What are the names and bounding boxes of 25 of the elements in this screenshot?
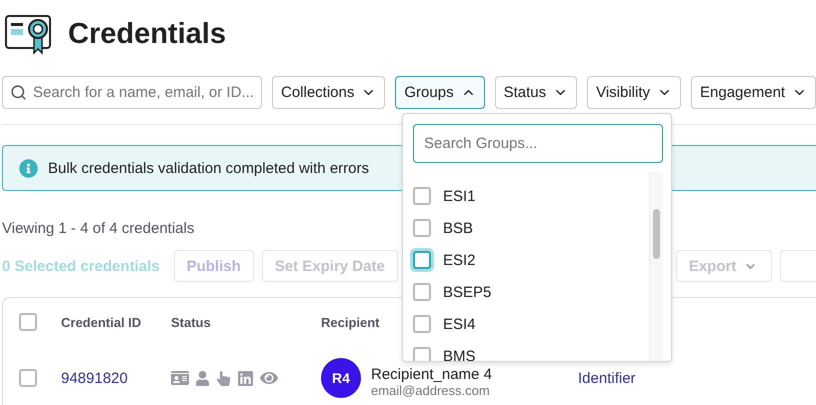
group-option[interactable]: BSEP5: [413, 276, 641, 308]
group-option[interactable]: ESI4: [413, 308, 641, 340]
banner-message: Bulk credentials validation completed with errors: [48, 160, 369, 176]
group-option[interactable]: ESI2: [413, 244, 641, 276]
column-header: Credential ID: [61, 314, 142, 330]
recipient-email: email@address.com: [371, 383, 491, 398]
filter-dropdown[interactable]: Status: [494, 76, 578, 109]
filter-dropdown[interactable]: Visibility: [587, 76, 682, 109]
filter-dropdown[interactable]: Engagement: [691, 76, 816, 109]
column-header: Status: [171, 314, 212, 330]
search-field[interactable]: Search for a name, email, or ID...: [2, 76, 262, 109]
credential-id-link[interactable]: 94891820: [61, 370, 171, 386]
group-option[interactable]: ESI1: [413, 180, 641, 212]
results-count: Viewing 1 - 4 of 4 credentials: [2, 220, 194, 237]
filter-dropdown[interactable]: Collections: [272, 76, 386, 109]
page-title: Credentials: [68, 18, 226, 50]
column-header: Recipient: [321, 314, 381, 330]
recipient-name: Recipient_name 4: [371, 366, 493, 383]
group-option[interactable]: BMS: [413, 340, 641, 361]
avatar: R4: [321, 358, 361, 398]
selection-count: 0 Selected credentials: [2, 258, 160, 274]
identifier-link[interactable]: Identifier: [578, 370, 636, 386]
group-option[interactable]: BSB: [413, 212, 641, 244]
search-field[interactable]: Search Groups...: [413, 124, 663, 163]
filter-dropdown[interactable]: Groups: [395, 76, 485, 109]
